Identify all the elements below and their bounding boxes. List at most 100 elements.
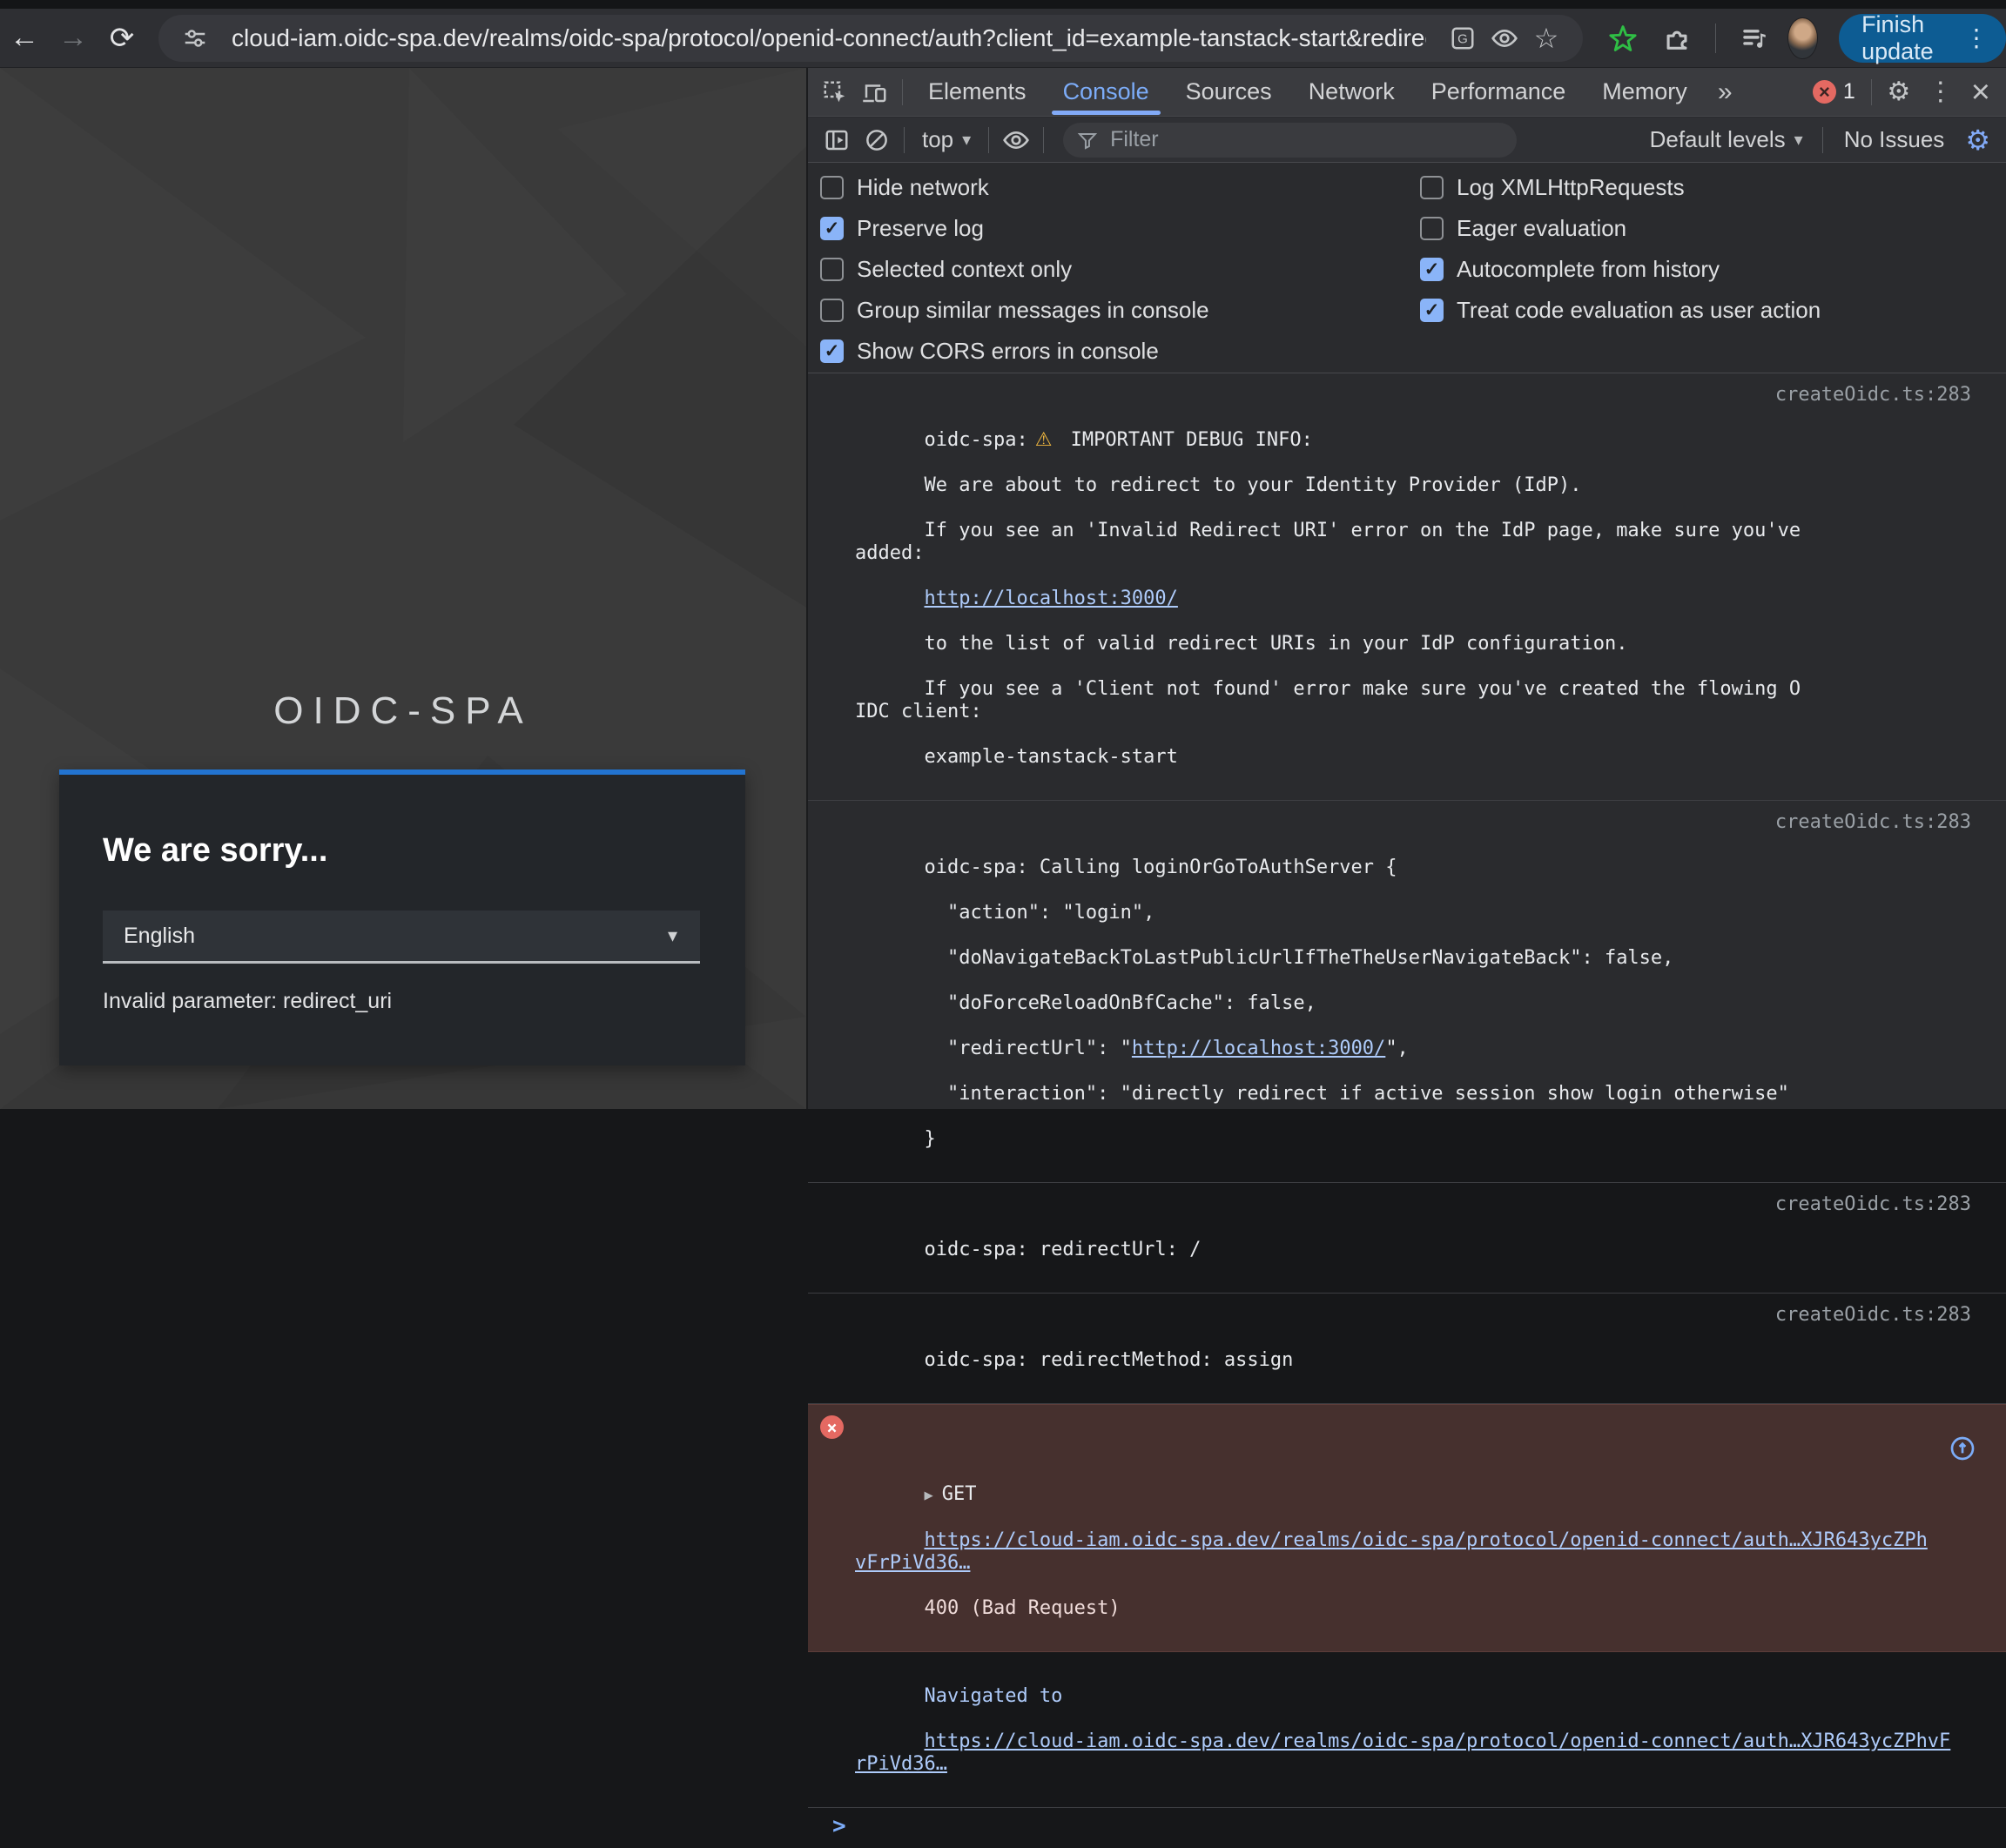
console-message-login-call: createOidc.ts:283 oidc-spa: Calling logi…	[808, 801, 2006, 1183]
chevron-down-icon: ▾	[668, 924, 677, 947]
source-link[interactable]: createOidc.ts:283	[1775, 1304, 1971, 1327]
warning-icon: ⚠	[1035, 429, 1053, 451]
finish-update-label: Finish update	[1861, 11, 1949, 65]
log-levels-label: Default levels	[1650, 126, 1786, 153]
extension-star-icon[interactable]	[1602, 17, 1644, 59]
checkbox-unchecked[interactable]	[820, 299, 844, 322]
chevron-down-icon: ▾	[1794, 129, 1803, 151]
console-toolbar: top ▾ Default levels ▾ No Issues ⚙	[808, 118, 2006, 163]
filter-input[interactable]	[1108, 126, 1503, 153]
navigated-url-link[interactable]: https://cloud-iam.oidc-spa.dev/realms/oi…	[855, 1730, 1950, 1775]
console-navigation-message: Navigated to https://cloud-iam.oidc-spa.…	[808, 1652, 2006, 1807]
site-settings-icon[interactable]	[174, 17, 216, 59]
console-message-redirect-url: createOidc.ts:283 oidc-spa: redirectUrl:…	[808, 1183, 2006, 1294]
live-expression-eye-icon[interactable]	[996, 120, 1036, 160]
console-log: createOidc.ts:283 oidc-spa:⚠ IMPORTANT D…	[808, 373, 2006, 1109]
issues-status[interactable]: No Issues	[1830, 126, 1959, 153]
url-text[interactable]: cloud-iam.oidc-spa.dev/realms/oidc-spa/p…	[232, 24, 1426, 52]
checkbox-checked[interactable]	[1420, 299, 1444, 322]
filter-box[interactable]	[1063, 123, 1517, 158]
error-badge-x-icon: ×	[1813, 80, 1836, 104]
card-title: We are sorry...	[103, 832, 702, 870]
site-page: OIDC-SPA We are sorry... English ▾ Inval…	[0, 68, 806, 1109]
source-link[interactable]: createOidc.ts:283	[1775, 1193, 1971, 1216]
setting-autocomplete-history[interactable]: Autocomplete from history	[1420, 249, 1821, 290]
console-message-debug-info: createOidc.ts:283 oidc-spa:⚠ IMPORTANT D…	[808, 373, 2006, 801]
finish-update-button[interactable]: Finish update ⋮	[1839, 14, 2006, 63]
extensions-cluster: Finish update ⋮	[1602, 14, 2006, 63]
checkbox-checked[interactable]	[1420, 258, 1444, 281]
back-icon[interactable]: ←	[0, 14, 49, 63]
setting-treat-code-eval[interactable]: Treat code evaluation as user action	[1420, 290, 1821, 331]
more-tabs-icon[interactable]: »	[1706, 77, 1745, 107]
device-toolbar-icon[interactable]	[855, 72, 895, 112]
media-controls-icon[interactable]	[1733, 17, 1775, 59]
extensions-puzzle-icon[interactable]	[1656, 17, 1698, 59]
chevron-down-icon: ▾	[962, 129, 971, 151]
divider	[904, 127, 905, 153]
browser-menu-kebab-icon[interactable]: ⋮	[1959, 26, 1994, 50]
setting-show-cors-errors[interactable]: Show CORS errors in console	[820, 331, 1209, 372]
source-link[interactable]: createOidc.ts:283	[1775, 811, 1971, 834]
checkbox-unchecked[interactable]	[820, 176, 844, 199]
setting-preserve-log[interactable]: Preserve log	[820, 208, 1209, 249]
devtools-settings-gear-icon[interactable]: ⚙	[1879, 72, 1919, 112]
console-prompt[interactable]: >	[808, 1807, 2006, 1848]
divider	[988, 127, 989, 153]
console-settings-panel: Hide network Preserve log Selected conte…	[808, 164, 2006, 373]
tab-sources[interactable]: Sources	[1168, 68, 1290, 117]
tab-elements[interactable]: Elements	[910, 68, 1045, 117]
setting-selected-context-only[interactable]: Selected context only	[820, 249, 1209, 290]
console-sidebar-icon[interactable]	[817, 120, 857, 160]
setting-eager-evaluation[interactable]: Eager evaluation	[1420, 208, 1821, 249]
language-selected-value: English	[124, 924, 668, 949]
checkbox-unchecked[interactable]	[1420, 217, 1444, 240]
tab-network[interactable]: Network	[1290, 68, 1413, 117]
filter-funnel-icon	[1077, 129, 1098, 151]
error-message: Invalid parameter: redirect_uri	[103, 989, 392, 1014]
reload-icon[interactable]: ⟳	[98, 14, 146, 63]
checkbox-checked[interactable]	[820, 217, 844, 240]
devtools-close-icon[interactable]: ×	[1962, 76, 1999, 109]
console-settings-gear-icon[interactable]: ⚙	[1958, 124, 1997, 157]
error-count: 1	[1843, 79, 1855, 104]
setting-log-xmlhttprequests[interactable]: Log XMLHttpRequests	[1420, 167, 1821, 208]
divider	[1822, 127, 1823, 153]
preview-eye-icon[interactable]	[1484, 17, 1525, 59]
error-icon: ×	[820, 1415, 844, 1439]
devtools-menu-kebab-icon[interactable]: ⋮	[1919, 77, 1962, 107]
console-error-message: × ▶GET https://cloud-iam.oidc-spa.dev/re…	[808, 1404, 2006, 1652]
devtools-panel: Elements Console Sources Network Perform…	[806, 68, 2006, 1109]
brand-title: OIDC-SPA	[0, 689, 806, 733]
context-selector[interactable]: top ▾	[912, 126, 981, 153]
checkbox-unchecked[interactable]	[1420, 176, 1444, 199]
forward-icon[interactable]: →	[49, 14, 98, 63]
checkbox-checked[interactable]	[820, 339, 844, 363]
expand-triangle-icon[interactable]: ▶	[924, 1487, 932, 1504]
divider	[902, 79, 903, 105]
localhost-link[interactable]: http://localhost:3000/	[924, 588, 1177, 609]
initiator-icon[interactable]	[1856, 1412, 1976, 1491]
bookmark-star-icon[interactable]: ☆	[1525, 17, 1567, 59]
address-bar[interactable]: cloud-iam.oidc-spa.dev/realms/oidc-spa/p…	[158, 15, 1583, 62]
profile-avatar[interactable]	[1787, 17, 1818, 59]
failed-request-link[interactable]: https://cloud-iam.oidc-spa.dev/realms/oi…	[855, 1529, 1928, 1574]
language-select[interactable]: English ▾	[103, 911, 700, 964]
log-levels-selector[interactable]: Default levels ▾	[1638, 126, 1815, 153]
localhost-link[interactable]: http://localhost:3000/	[1132, 1038, 1385, 1059]
translate-icon[interactable]: G	[1442, 17, 1484, 59]
checkbox-unchecked[interactable]	[820, 258, 844, 281]
setting-hide-network[interactable]: Hide network	[820, 167, 1209, 208]
divider	[1871, 79, 1872, 105]
inspect-element-icon[interactable]	[815, 72, 855, 112]
tab-memory[interactable]: Memory	[1584, 68, 1706, 117]
source-link[interactable]: createOidc.ts:283	[1775, 384, 1971, 407]
tab-console[interactable]: Console	[1045, 68, 1168, 117]
error-count-badge[interactable]: × 1	[1804, 79, 1864, 104]
svg-text:G: G	[1457, 31, 1468, 46]
window-top-edge	[0, 0, 2006, 9]
clear-console-icon[interactable]	[857, 120, 897, 160]
browser-toolbar: ← → ⟳ cloud-iam.oidc-spa.dev/realms/oidc…	[0, 9, 2006, 68]
setting-group-similar[interactable]: Group similar messages in console	[820, 290, 1209, 331]
tab-performance[interactable]: Performance	[1413, 68, 1585, 117]
